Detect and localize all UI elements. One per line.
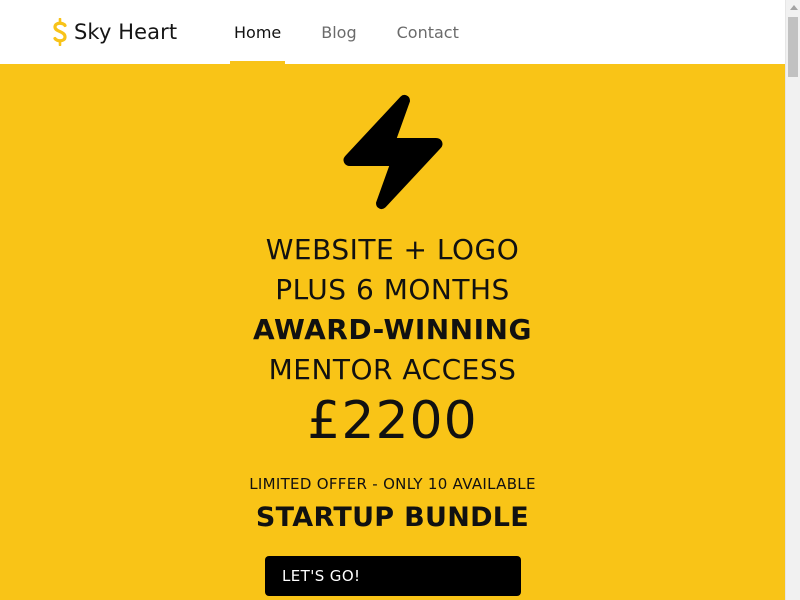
hero-line-2: PLUS 6 MONTHS [275,273,510,306]
hero-section: WEBSITE + LOGO PLUS 6 MONTHS AWARD-WINNI… [0,64,785,600]
brand-logo-link[interactable]: Sky Heart [52,17,178,47]
lightning-bolt-icon [342,94,444,210]
scrollbar-thumb[interactable] [788,17,798,77]
nav-home[interactable]: Home [230,0,286,64]
scroll-up-arrow-icon[interactable] [786,0,800,15]
dollar-s-icon [52,17,68,47]
hero-line-1: WEBSITE + LOGO [265,233,520,266]
hero-line-4: MENTOR ACCESS [268,353,517,386]
limited-offer-text: LIMITED OFFER - ONLY 10 AVAILABLE [249,475,536,493]
page: Sky Heart Home Blog Contact WEBSITE + LO… [0,0,800,600]
nav-blog[interactable]: Blog [317,0,360,64]
vertical-scrollbar[interactable] [785,0,800,600]
hero-line-3: AWARD-WINNING [253,313,532,346]
site-header: Sky Heart Home Blog Contact [0,0,785,64]
bundle-title: STARTUP BUNDLE [255,502,530,533]
main-nav: Home Blog Contact [230,0,495,64]
lets-go-button[interactable]: LET'S GO! [265,556,521,596]
nav-contact[interactable]: Contact [393,0,463,64]
brand-name: Sky Heart [74,20,178,44]
price: £2200 [307,391,478,451]
